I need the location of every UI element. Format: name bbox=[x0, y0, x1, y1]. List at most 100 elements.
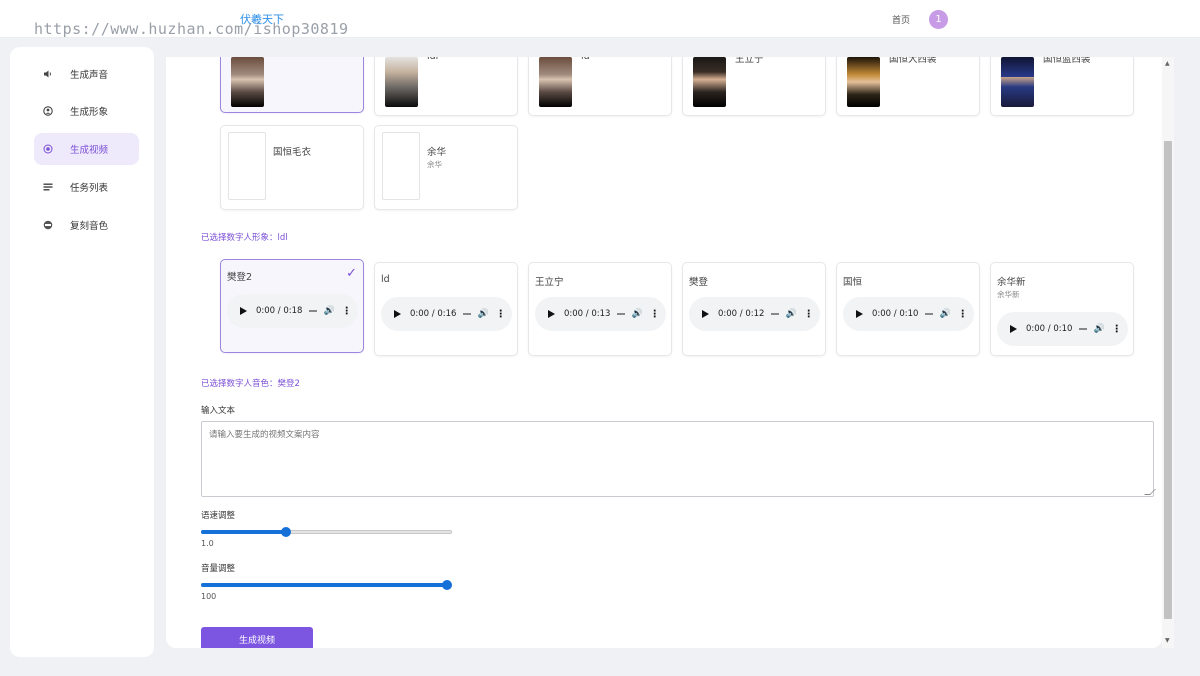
avatar-card[interactable]: 余华 余华 bbox=[374, 125, 518, 210]
volume-slider[interactable] bbox=[201, 578, 452, 592]
more-icon[interactable]: ⋮ bbox=[804, 309, 814, 320]
avatar-subtitle: 余华 bbox=[427, 160, 442, 169]
user-avatar[interactable]: 1 bbox=[929, 10, 948, 29]
voice-name: 余华新 bbox=[997, 277, 1026, 288]
script-textarea[interactable] bbox=[201, 421, 1154, 497]
voice-subtitle: 余华新 bbox=[997, 290, 1020, 299]
avatar-card[interactable]: 国恒毛衣 bbox=[220, 125, 364, 210]
voice-card[interactable]: 国恒 0:00 / 0:10 🔊 ⋮ bbox=[836, 262, 980, 356]
scroll-down-icon[interactable]: ▼ bbox=[1165, 637, 1170, 644]
avatar-thumbnail bbox=[385, 57, 418, 107]
audio-progress[interactable] bbox=[1079, 328, 1088, 330]
avatar-name: ld bbox=[581, 57, 590, 62]
audio-player[interactable]: 0:00 / 0:12 🔊 ⋮ bbox=[689, 297, 820, 331]
audio-time: 0:00 / 0:13 bbox=[564, 309, 611, 319]
avatar-name: ldl bbox=[427, 57, 438, 62]
slider-fill bbox=[201, 530, 287, 534]
volume-value: 100 bbox=[201, 592, 217, 601]
volume-icon[interactable]: 🔊 bbox=[477, 309, 488, 319]
audio-time: 0:00 / 0:16 bbox=[410, 309, 457, 319]
scrollbar[interactable]: ▲ ▼ bbox=[1162, 57, 1174, 648]
more-icon[interactable]: ⋮ bbox=[958, 309, 968, 320]
slider-fill bbox=[201, 583, 447, 587]
avatar-thumbnail bbox=[382, 132, 420, 200]
sidebar-item-video[interactable]: 生成视频 bbox=[34, 133, 139, 165]
sidebar-item-label: 复刻音色 bbox=[70, 221, 109, 232]
avatar-card[interactable]: 国恒蓝西装 bbox=[990, 57, 1134, 116]
brand-link[interactable]: 伏羲天下 bbox=[240, 11, 284, 27]
voice-card[interactable]: 王立宁 0:00 / 0:13 🔊 ⋮ bbox=[528, 262, 672, 356]
volume-icon[interactable]: 🔊 bbox=[1093, 324, 1104, 334]
audio-player[interactable]: 0:00 / 0:10 🔊 ⋮ bbox=[997, 312, 1128, 346]
audio-progress[interactable] bbox=[771, 313, 780, 315]
audio-time: 0:00 / 0:10 bbox=[872, 309, 919, 319]
volume-icon[interactable]: 🔊 bbox=[785, 309, 796, 319]
scroll-up-icon[interactable]: ▲ bbox=[1165, 60, 1170, 67]
avatar-thumbnail bbox=[1001, 57, 1034, 107]
sidebar-item-tasks[interactable]: 任务列表 bbox=[34, 171, 139, 203]
audio-player[interactable]: 0:00 / 0:18 🔊 ⋮ bbox=[227, 294, 358, 328]
sidebar-item-clone[interactable]: 复刻音色 bbox=[34, 209, 139, 241]
voice-name: 樊登 bbox=[689, 277, 709, 288]
avatar-name: 国恒蓝西装 bbox=[1043, 57, 1091, 65]
sidebar-item-label: 生成形象 bbox=[70, 107, 109, 118]
avatar-card[interactable]: 国恒大西装 bbox=[836, 57, 980, 116]
top-bar: https://www.huzhan.com/ishop30819 伏羲天下 首… bbox=[0, 0, 1200, 38]
voice-card[interactable]: ld 0:00 / 0:16 🔊 ⋮ bbox=[374, 262, 518, 356]
audio-player[interactable]: 0:00 / 0:13 🔊 ⋮ bbox=[535, 297, 666, 331]
voice-card[interactable]: 樊登2 ✓ 0:00 / 0:18 🔊 ⋮ bbox=[220, 259, 364, 353]
audio-player[interactable]: 0:00 / 0:10 🔊 ⋮ bbox=[843, 297, 974, 331]
avatar-thumbnail bbox=[231, 57, 264, 107]
slider-thumb[interactable] bbox=[441, 580, 452, 590]
avatar-card[interactable] bbox=[220, 57, 364, 113]
avatar-card[interactable]: ldl bbox=[374, 57, 518, 116]
avatar-thumbnail bbox=[228, 132, 266, 200]
audio-player[interactable]: 0:00 / 0:16 🔊 ⋮ bbox=[381, 297, 512, 331]
scrollbar-thumb[interactable] bbox=[1164, 141, 1172, 619]
selected-voice-text: 已选择数字人音色：樊登2 bbox=[201, 379, 300, 389]
palette-icon bbox=[42, 219, 54, 231]
audio-progress[interactable] bbox=[617, 313, 626, 315]
more-icon[interactable]: ⋮ bbox=[650, 309, 660, 320]
avatar-thumbnail bbox=[539, 57, 572, 107]
volume-icon[interactable]: 🔊 bbox=[939, 309, 950, 319]
sidebar-item-avatar[interactable]: 生成形象 bbox=[34, 95, 139, 127]
more-icon[interactable]: ⋮ bbox=[342, 306, 352, 317]
play-icon[interactable] bbox=[856, 310, 863, 318]
avatar-name: 王立宁 bbox=[735, 57, 764, 65]
slider-thumb[interactable] bbox=[281, 527, 292, 537]
speed-slider[interactable] bbox=[201, 525, 452, 539]
sidebar-item-voice[interactable]: 生成声音 bbox=[34, 58, 139, 90]
more-icon[interactable]: ⋮ bbox=[1112, 324, 1122, 335]
home-link[interactable]: 首页 bbox=[892, 13, 910, 26]
more-icon[interactable]: ⋮ bbox=[496, 309, 506, 320]
text-input-label: 输入文本 bbox=[201, 406, 236, 416]
play-icon[interactable] bbox=[1010, 325, 1017, 333]
play-icon[interactable] bbox=[240, 307, 247, 315]
volume-icon[interactable]: 🔊 bbox=[631, 309, 642, 319]
volume-icon[interactable]: 🔊 bbox=[323, 306, 334, 316]
play-icon[interactable] bbox=[702, 310, 709, 318]
play-icon[interactable] bbox=[548, 310, 555, 318]
sidebar-item-label: 任务列表 bbox=[70, 183, 109, 194]
avatar-thumbnail bbox=[847, 57, 880, 107]
play-icon[interactable] bbox=[394, 310, 401, 318]
voice-card[interactable]: 樊登 0:00 / 0:12 🔊 ⋮ bbox=[682, 262, 826, 356]
avatar-card[interactable]: 王立宁 bbox=[682, 57, 826, 116]
audio-progress[interactable] bbox=[463, 313, 472, 315]
speed-value: 1.0 bbox=[201, 539, 214, 548]
audio-progress[interactable] bbox=[925, 313, 934, 315]
voice-card[interactable]: 余华新 余华新 0:00 / 0:10 🔊 ⋮ bbox=[990, 262, 1134, 356]
speed-label: 语速调整 bbox=[201, 511, 236, 521]
avatar-name: 余华 bbox=[427, 147, 447, 158]
audio-time: 0:00 / 0:10 bbox=[1026, 324, 1073, 334]
avatar-card[interactable]: ld bbox=[528, 57, 672, 116]
volume-label: 音量调整 bbox=[201, 564, 236, 574]
sidebar-item-label: 生成视频 bbox=[70, 145, 109, 156]
voice-name: ld bbox=[381, 274, 390, 285]
selected-avatar-text: 已选择数字人形象：ldl bbox=[201, 233, 288, 243]
audio-time: 0:00 / 0:12 bbox=[718, 309, 765, 319]
audio-progress[interactable] bbox=[309, 310, 318, 312]
sidebar: 生成声音 生成形象 生成视频 任务列表 复刻音色 bbox=[10, 47, 154, 657]
generate-video-button[interactable]: 生成视频 bbox=[201, 627, 313, 648]
